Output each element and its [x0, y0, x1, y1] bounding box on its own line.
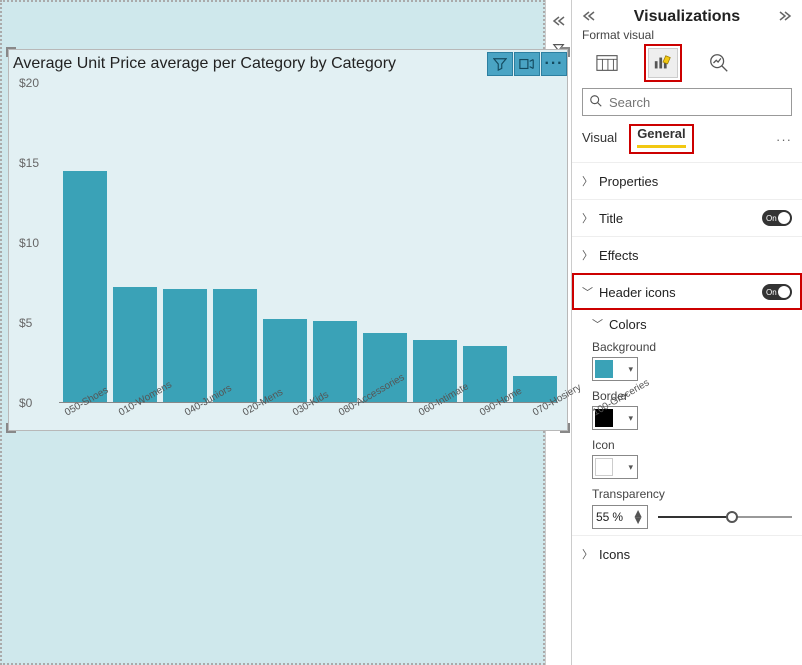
- search-input[interactable]: [609, 95, 785, 110]
- collapse-panel-icon[interactable]: [582, 10, 596, 25]
- chart-title: Average Unit Price average per Category …: [9, 55, 396, 73]
- bar[interactable]: [313, 321, 357, 402]
- y-tick-5: $5: [19, 316, 32, 330]
- format-visual-icon[interactable]: [648, 48, 678, 78]
- analytics-icon[interactable]: [704, 48, 734, 78]
- section-properties[interactable]: 〉Properties: [572, 162, 802, 199]
- build-visual-icon[interactable]: [592, 48, 622, 78]
- header-icons-toggle[interactable]: On: [762, 284, 792, 300]
- chevron-down-icon: ﹀: [582, 284, 593, 300]
- tab-visual[interactable]: Visual: [582, 130, 617, 149]
- visualizations-panel: Visualizations Format visual Visual Gene…: [572, 0, 802, 665]
- y-tick-20: $20: [19, 76, 39, 90]
- filter-icon[interactable]: [487, 52, 513, 76]
- background-color-label: Background: [592, 340, 792, 354]
- bar[interactable]: [263, 319, 307, 402]
- panel-subtitle: Format visual: [572, 28, 802, 42]
- chevron-right-icon: 〉: [582, 247, 593, 263]
- section-header-icons[interactable]: ﹀Header icons On: [572, 273, 802, 310]
- chart-plot-area: $20 $15 $10 $5 $0: [59, 83, 557, 403]
- expand-panel-icon[interactable]: [778, 10, 792, 25]
- bar[interactable]: [63, 171, 107, 402]
- colors-header[interactable]: ﹀ Colors: [592, 316, 792, 332]
- tabs-more-icon[interactable]: ···: [776, 132, 792, 147]
- y-tick-10: $10: [19, 236, 39, 250]
- focus-mode-icon[interactable]: [514, 52, 540, 76]
- visual-header: Average Unit Price average per Category …: [9, 50, 567, 78]
- expand-filters-icon[interactable]: [552, 14, 566, 32]
- chevron-right-icon: 〉: [582, 173, 593, 189]
- tab-general[interactable]: General: [637, 126, 685, 148]
- report-canvas[interactable]: Average Unit Price average per Category …: [0, 0, 545, 665]
- bar[interactable]: [113, 287, 157, 402]
- chevron-right-icon: 〉: [582, 210, 593, 226]
- transparency-input[interactable]: 55 % ▲▼: [592, 505, 648, 529]
- icon-color-picker[interactable]: ▾: [592, 455, 638, 479]
- background-color-picker[interactable]: ▾: [592, 357, 638, 381]
- bar[interactable]: [213, 289, 257, 402]
- search-input-container[interactable]: [582, 88, 792, 116]
- search-icon: [589, 94, 603, 111]
- panel-title: Visualizations: [634, 8, 740, 26]
- chevron-right-icon: 〉: [582, 546, 593, 562]
- transparency-slider[interactable]: [658, 509, 792, 525]
- title-toggle[interactable]: On: [762, 210, 792, 226]
- icon-color-label: Icon: [592, 438, 792, 452]
- transparency-label: Transparency: [592, 487, 792, 501]
- chevron-down-icon: ﹀: [592, 316, 603, 332]
- section-icons[interactable]: 〉Icons: [572, 535, 802, 572]
- y-tick-0: $0: [19, 396, 32, 410]
- section-title[interactable]: 〉Title On: [572, 199, 802, 236]
- section-effects[interactable]: 〉Effects: [572, 236, 802, 273]
- y-tick-15: $15: [19, 156, 39, 170]
- chart-visual-container[interactable]: Average Unit Price average per Category …: [8, 49, 568, 431]
- stepper-icon[interactable]: ▲▼: [632, 510, 644, 524]
